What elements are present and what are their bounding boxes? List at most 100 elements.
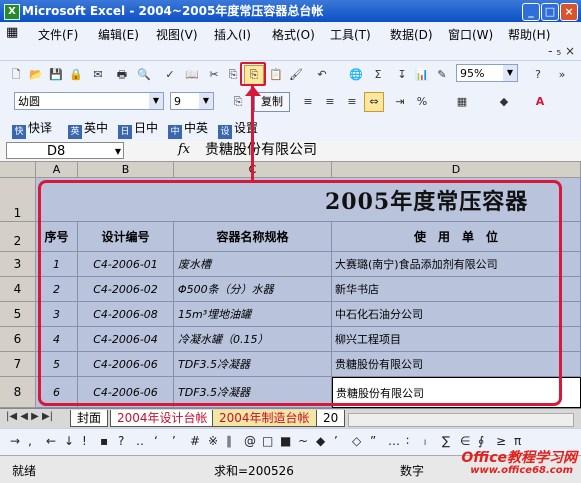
table-cell[interactable]: C4-2006-08 — [78, 302, 174, 327]
symbol-item[interactable]: ∮ — [478, 434, 484, 448]
quick-translate-button[interactable]: 快快译 — [12, 119, 52, 139]
table-cell[interactable]: C4-2006-04 — [78, 327, 174, 352]
email-icon[interactable]: ✉ — [88, 65, 108, 85]
fill-color-icon[interactable]: ◆ — [494, 92, 514, 112]
symbol-item[interactable]: ’ — [172, 434, 176, 448]
table-cell[interactable]: C4-2006-02 — [78, 277, 174, 302]
align-left-icon[interactable]: ≡ — [298, 92, 318, 112]
table-cell[interactable]: 1 — [36, 252, 78, 277]
row-header-1[interactable]: 1 — [0, 178, 36, 222]
tab-cover[interactable]: 封面 — [70, 410, 109, 427]
japanese-chinese-button[interactable]: 日日中 — [118, 119, 158, 139]
autosum-icon[interactable]: Σ — [368, 65, 388, 85]
row-header-5[interactable]: 5 — [0, 302, 36, 327]
select-all-corner[interactable] — [0, 162, 36, 178]
insert-function-icon[interactable]: fx — [178, 142, 190, 157]
symbol-item[interactable]: @ — [244, 434, 256, 448]
symbol-item[interactable]: ‚ — [28, 434, 32, 448]
table-cell[interactable]: TDF3.5冷凝器 — [174, 352, 332, 377]
table-cell[interactable]: 6 — [36, 377, 78, 408]
new-icon[interactable]: 🗋 — [6, 65, 26, 85]
help-icon[interactable]: ? — [528, 65, 548, 85]
zoom-combo[interactable]: 95% ▼ — [456, 64, 518, 82]
font-size-combo[interactable]: 9 ▼ — [170, 92, 214, 110]
symbol-item[interactable]: ~ — [298, 434, 308, 448]
hyperlink-icon[interactable]: 🌐 — [346, 65, 366, 85]
tab-more[interactable]: 20 — [316, 410, 346, 427]
table-cell[interactable]: TDF3.5冷凝器 — [174, 377, 332, 408]
menu-window[interactable]: 窗口(W) — [448, 26, 493, 43]
chevron-down-icon[interactable]: ▼ — [199, 93, 213, 109]
table-cell[interactable]: 贵糖股份有限公司 — [332, 352, 581, 377]
indent-icon[interactable]: ⇥ — [390, 92, 410, 112]
row-header-8[interactable]: 8 — [0, 377, 36, 408]
menu-file[interactable]: 文件(F) — [38, 26, 78, 43]
symbol-item[interactable]: ← — [46, 434, 56, 448]
table-cell[interactable]: C4-2006-06 — [78, 352, 174, 377]
menu-format[interactable]: 格式(O) — [272, 26, 315, 43]
permission-icon[interactable]: 🔒 — [66, 65, 86, 85]
row-header-6[interactable]: 6 — [0, 327, 36, 352]
name-box[interactable]: D8 ▼ — [6, 142, 124, 159]
table-cell[interactable]: 2 — [36, 277, 78, 302]
symbol-item[interactable]: ↓ — [64, 434, 74, 448]
font-color-icon[interactable]: A — [530, 92, 550, 112]
header-cell-index[interactable]: 序号 — [36, 222, 78, 252]
table-cell[interactable]: 柳兴工程项目 — [332, 327, 581, 352]
symbol-item[interactable]: ∶ — [406, 434, 409, 448]
excel-app-icon[interactable]: X — [4, 4, 20, 20]
sort-ascending-icon[interactable]: ↧ — [392, 65, 412, 85]
open-icon[interactable]: 📂 — [26, 65, 46, 85]
active-cell-d8[interactable]: 贵糖股份有限公司 — [332, 377, 581, 408]
table-cell[interactable]: 大赛璐(南宁)食品添加剂有限公司 — [332, 252, 581, 277]
maximize-button[interactable]: □ — [541, 3, 559, 21]
print-preview-icon[interactable]: 🔍 — [134, 65, 154, 85]
symbol-item[interactable]: □ — [262, 434, 273, 448]
symbol-item[interactable]: ≥ — [496, 434, 506, 448]
header-cell-design-no[interactable]: 设计编号 — [78, 222, 174, 252]
symbol-item[interactable]: ◇ — [352, 434, 361, 448]
menu-insert[interactable]: 插入(I) — [214, 26, 251, 43]
document-icon[interactable]: ▦ — [6, 25, 18, 40]
table-cell[interactable]: C4-2006-06 — [78, 377, 174, 408]
horizontal-scrollbar[interactable] — [348, 413, 574, 427]
minimize-button[interactable]: _ — [522, 3, 540, 21]
research-icon[interactable]: 📖 — [182, 65, 202, 85]
table-cell[interactable]: C4-2006-01 — [78, 252, 174, 277]
spelling-icon[interactable]: ✓ — [160, 65, 180, 85]
table-cell[interactable]: 废水槽 — [174, 252, 332, 277]
row-header-2[interactable]: 2 — [0, 222, 36, 252]
font-combo[interactable]: 幼圆 ▼ — [14, 92, 164, 110]
symbol-item[interactable]: → — [10, 434, 20, 448]
table-cell[interactable]: 新华书店 — [332, 277, 581, 302]
row-header-4[interactable]: 4 — [0, 277, 36, 302]
menu-view[interactable]: 视图(V) — [156, 26, 198, 43]
table-cell[interactable]: 4 — [36, 327, 78, 352]
drawing-icon[interactable]: ✎ — [432, 65, 452, 85]
symbol-item[interactable]: ” — [370, 434, 376, 448]
table-cell[interactable]: 冷凝水罐（0.15） — [174, 327, 332, 352]
table-cell[interactable]: 3 — [36, 302, 78, 327]
table-cell[interactable]: 5 — [36, 352, 78, 377]
chart-wizard-icon[interactable]: 📊 — [412, 65, 432, 85]
symbol-item[interactable]: # — [190, 434, 200, 448]
menu-data[interactable]: 数据(D) — [390, 26, 433, 43]
undo-icon[interactable]: ↶ — [312, 65, 332, 85]
symbol-item[interactable]: ∑ — [442, 434, 450, 448]
paste-icon[interactable]: 📋 — [266, 65, 286, 85]
formula-input[interactable]: 贵糖股份有限公司 — [205, 141, 317, 160]
borders-icon[interactable]: ▦ — [452, 92, 472, 112]
column-header-d[interactable]: D — [332, 162, 581, 178]
format-painter-icon[interactable]: 🖌 — [286, 65, 306, 85]
column-header-b[interactable]: B — [78, 162, 174, 178]
row-header-3[interactable]: 3 — [0, 252, 36, 277]
cut-icon[interactable]: ✂ — [204, 65, 224, 85]
symbol-item[interactable]: π — [514, 434, 521, 448]
symbol-item[interactable]: ■ — [280, 434, 291, 448]
workbook-controls[interactable]: - ₅ × — [548, 44, 575, 58]
menu-edit[interactable]: 编辑(E) — [98, 26, 139, 43]
symbol-item[interactable]: ‘ — [154, 434, 158, 448]
english-chinese-button[interactable]: 英英中 — [68, 119, 108, 139]
column-header-a[interactable]: A — [36, 162, 78, 178]
print-icon[interactable]: 🖶 — [112, 65, 132, 85]
